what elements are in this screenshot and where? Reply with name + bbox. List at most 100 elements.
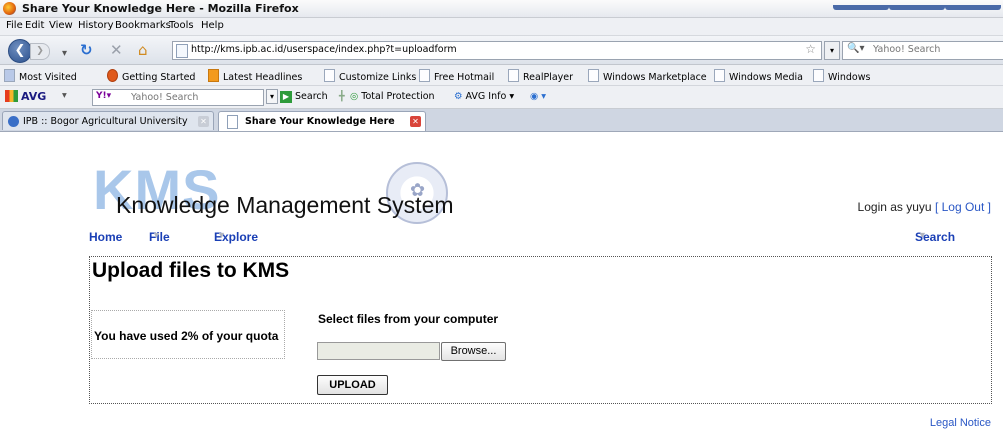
tab-label: Share Your Knowledge Here [245,116,395,127]
menu-bookmarks[interactable]: Bookmarks [115,20,171,31]
navigation-toolbar: ❮ ❯ ▾ ↻ ✕ ⌂ ☆ ▾ 🔍▾ [0,36,1003,65]
bookmark-label: RealPlayer [523,72,574,83]
page-content: KMS ✿ Knowledge Management System Login … [0,132,1003,433]
upload-panel: Upload files to KMS You have used 2% of … [89,256,992,404]
url-dropdown-icon[interactable]: ▾ [824,41,840,60]
search-input[interactable] [873,42,998,57]
bookmark-getting-started[interactable]: Getting Started [107,69,195,83]
site-navigation: Home File ▼ Explore ▼ Search ▼ [0,230,1003,246]
bookmark-most-visited[interactable]: Most Visited [4,69,77,83]
bookmark-label: Most Visited [19,72,77,83]
bookmark-label: Getting Started [122,72,196,83]
bookmark-latest-headlines[interactable]: Latest Headlines [208,69,302,83]
reload-icon[interactable]: ↻ [80,41,93,59]
yahoo-search-input[interactable] [131,90,259,104]
menu-history[interactable]: History [78,20,114,31]
back-button[interactable]: ❮ [8,39,32,63]
bookmark-label: Latest Headlines [223,72,303,83]
nav-home[interactable]: Home [89,230,122,244]
quota-status: You have used 2% of your quota [91,310,285,359]
close-tab-icon[interactable]: ✕ [198,116,209,127]
browse-button[interactable]: Browse... [441,342,506,361]
url-bar[interactable]: ☆ [172,41,822,60]
menu-tools[interactable]: Tools [169,20,194,31]
url-input[interactable] [191,42,751,57]
bookmark-realplayer[interactable]: RealPlayer [508,69,573,83]
avg-search-label: Search [295,91,328,102]
close-tab-icon[interactable]: ✕ [410,116,421,127]
bookmark-icon [419,69,430,82]
tab-ipb[interactable]: IPB :: Bogor Agricultural University ✕ [2,111,214,130]
yahoo-search-box[interactable]: Y!▾ [92,89,264,106]
bookmark-label: Windows Marketplace [603,72,707,83]
avg-total-protection[interactable]: ◎ Total Protection [350,91,435,102]
avg-total-protection-label: Total Protection [361,91,435,102]
file-path-field[interactable] [317,342,440,360]
bookmark-label: Windows Media [729,72,803,83]
history-dropdown-icon[interactable]: ▾ [62,45,67,63]
chevron-down-icon: ▼ [918,230,927,240]
page-icon [176,44,188,58]
bookmark-label: Free Hotmail [434,72,495,83]
avg-settings-icon[interactable]: ◉ ▾ [530,91,546,102]
window-controls[interactable] [833,0,1003,10]
bookmark-icon [588,69,599,82]
forward-button[interactable]: ❯ [30,43,50,60]
login-status: Login as yuyu [ Log Out ] [858,200,991,214]
avg-logo[interactable]: AVG [5,90,46,103]
search-bar[interactable]: 🔍▾ [842,41,1003,60]
window-title: Share Your Knowledge Here - Mozilla Fire… [22,2,299,15]
bookmark-customize-links[interactable]: Customize Links [324,69,416,83]
logout-link[interactable]: [ Log Out ] [935,200,991,214]
bookmark-windows-marketplace[interactable]: Windows Marketplace [588,69,707,83]
bookmark-icon [324,69,335,82]
bookmark-icon [714,69,725,82]
page-title: Upload files to KMS [92,259,290,282]
avg-toolbar: AVG ▾ Y!▾ ▾ ▶Search ╋ ◎Total Protection … [0,86,1003,109]
bookmark-label: Windows [828,72,871,83]
bookmark-icon [4,69,15,82]
login-user-label: Login as yuyu [857,200,932,214]
bookmark-star-icon[interactable]: ☆ [805,42,816,56]
globe-icon [8,116,19,127]
bookmark-free-hotmail[interactable]: Free Hotmail [419,69,494,83]
firefox-icon [3,2,16,15]
window-titlebar: Share Your Knowledge Here - Mozilla Fire… [0,0,1003,18]
upload-button[interactable]: UPLOAD [317,375,388,395]
avg-info-label: AVG Info [465,91,507,102]
tab-share-knowledge[interactable]: Share Your Knowledge Here ✕ [218,111,426,131]
avg-dropdown-icon[interactable]: ▾ [62,90,67,101]
separator-icon: ╋ [339,91,345,102]
avg-info-button[interactable]: ⚙ AVG Info ▾ [454,91,514,102]
bookmark-windows-media[interactable]: Windows Media [714,69,803,83]
menu-help[interactable]: Help [201,20,224,31]
info-icon: ⚙ [454,91,463,102]
chevron-down-icon: ▼ [152,230,161,240]
legal-notice-link[interactable]: Legal Notice [930,417,991,429]
search-engine-icon[interactable]: 🔍▾ [847,43,864,54]
tab-label: IPB :: Bogor Agricultural University [23,116,188,127]
yahoo-dropdown-icon[interactable]: ▾ [266,89,278,104]
menu-bar: File Edit View History Bookmarks Tools H… [0,18,1003,36]
bookmark-windows[interactable]: Windows [813,69,870,83]
system-title: Knowledge Management System [116,192,454,218]
avg-brand-label: AVG [21,90,47,103]
chevron-down-icon: ▼ [217,230,226,240]
menu-file[interactable]: File [6,20,23,31]
menu-edit[interactable]: Edit [25,20,44,31]
tab-bar: IPB :: Bogor Agricultural University ✕ S… [0,109,1003,132]
home-icon[interactable]: ⌂ [138,41,148,59]
page-icon [227,115,238,129]
search-go-icon: ▶ [280,91,292,103]
bookmark-icon [508,69,519,82]
menu-view[interactable]: View [49,20,73,31]
bookmark-icon [107,69,118,82]
stop-icon[interactable]: ✕ [110,41,123,59]
yahoo-icon[interactable]: Y!▾ [96,91,111,101]
rss-icon [208,69,219,82]
select-files-header: Select files from your computer [318,312,499,326]
bookmark-icon [813,69,824,82]
bookmark-label: Customize Links [339,72,417,83]
avg-search-button[interactable]: ▶ Search [280,91,328,103]
shield-icon: ◎ [350,91,359,102]
